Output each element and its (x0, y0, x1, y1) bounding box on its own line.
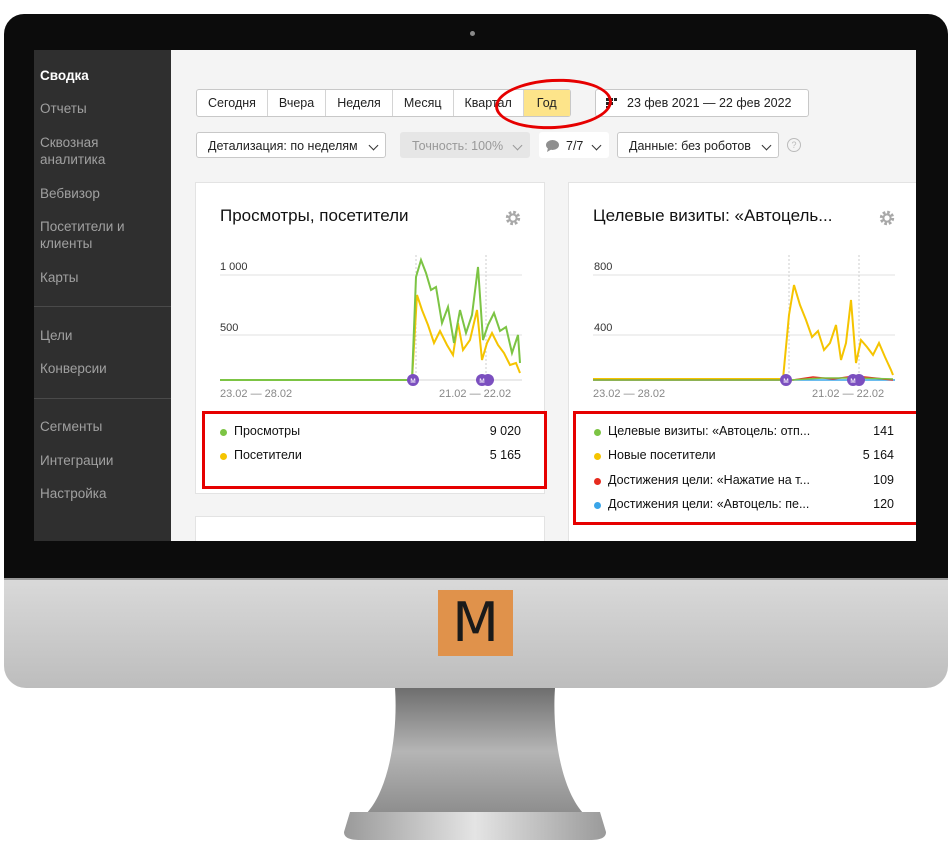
period-yesterday-button[interactable]: Вчера (268, 90, 327, 116)
detail-dropdown-label: Детализация: по неделям (208, 139, 358, 153)
sidebar: Сводка Отчеты Сквозная аналитика Вебвизо… (34, 50, 171, 541)
sidebar-item-reports[interactable]: Отчеты (40, 100, 165, 117)
camera-dot (470, 31, 475, 36)
sidebar-item-goals[interactable]: Цели (40, 327, 165, 344)
x-axis-start-label: 23.02 — 28.02 (593, 388, 666, 400)
date-range-picker[interactable]: 23 фев 2021 — 22 фев 2022 (595, 89, 809, 117)
highlight-box (202, 411, 547, 489)
chevron-down-icon (761, 140, 772, 151)
widget-title: Целевые визиты: «Автоцель... (593, 206, 833, 225)
chevron-down-icon (368, 140, 379, 151)
x-axis-end-label: 21.02 — 22.02 (439, 388, 512, 400)
highlight-box (573, 411, 916, 525)
annotation-marker-label: м (850, 376, 856, 385)
sidebar-item-conversions[interactable]: Конверсии (40, 360, 165, 377)
annotation-marker-label: м (410, 376, 416, 385)
help-icon[interactable]: ? (787, 138, 801, 152)
data-filter-dropdown[interactable]: Данные: без роботов (617, 132, 779, 158)
chevron-down-icon (591, 140, 602, 151)
goal-visits-chart: м м (593, 255, 895, 386)
period-month-button[interactable]: Месяц (393, 90, 454, 116)
widget-title: Просмотры, посетители (220, 206, 409, 225)
annotation-marker-label: м (479, 376, 485, 385)
new-visitors-series-line (593, 284, 894, 380)
sidebar-item-end-to-end-analytics[interactable]: Сквозная аналитика (40, 134, 120, 168)
sidebar-item-maps[interactable]: Карты (40, 269, 165, 286)
sidebar-divider (34, 398, 171, 399)
accuracy-dropdown: Точность: 100% (400, 132, 530, 158)
x-axis-start-label: 23.02 — 28.02 (220, 388, 293, 400)
brand-logo-letter: M (452, 591, 499, 654)
comment-bubble-icon (546, 140, 559, 152)
data-filter-label: Данные: без роботов (629, 139, 751, 153)
pageviews-chart: м м (220, 255, 522, 386)
sidebar-item-visitors-clients[interactable]: Посетители и клиенты (40, 218, 130, 252)
period-week-button[interactable]: Неделя (326, 90, 393, 116)
visitors-series-line (220, 294, 521, 381)
annotation-marker-label: м (783, 376, 789, 385)
chevron-down-icon (512, 140, 523, 151)
screen: Сводка Отчеты Сквозная аналитика Вебвизо… (34, 50, 916, 541)
sidebar-item-settings[interactable]: Настройка (40, 485, 165, 502)
widget-card-next (195, 516, 545, 541)
gear-icon[interactable] (878, 209, 896, 227)
comments-dropdown[interactable]: 7/7 (539, 132, 609, 158)
accuracy-dropdown-label: Точность: 100% (412, 139, 504, 153)
detail-dropdown[interactable]: Детализация: по неделям (196, 132, 386, 158)
x-axis-end-label: 21.02 — 22.02 (812, 388, 885, 400)
sidebar-divider (34, 306, 171, 307)
sidebar-item-segments[interactable]: Сегменты (40, 418, 165, 435)
sidebar-item-summary[interactable]: Сводка (40, 67, 165, 84)
gear-icon[interactable] (504, 209, 522, 227)
period-today-button[interactable]: Сегодня (197, 90, 268, 116)
comments-dropdown-label: 7/7 (566, 139, 584, 153)
sidebar-item-integrations[interactable]: Интеграции (40, 452, 165, 469)
sidebar-item-webvisor[interactable]: Вебвизор (40, 185, 165, 202)
date-range-label: 23 фев 2021 — 22 фев 2022 (627, 96, 792, 110)
brand-logo: M (438, 590, 513, 656)
